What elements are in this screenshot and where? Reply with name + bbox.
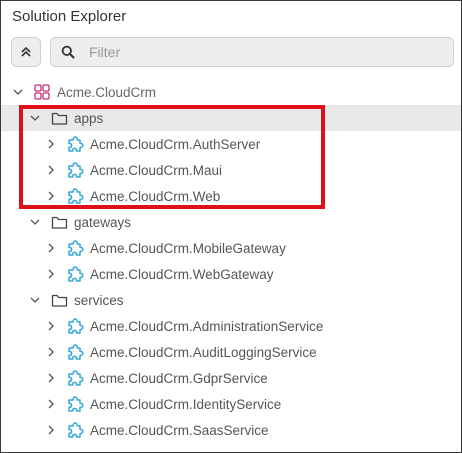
project-label: Acme.CloudCrm.AuditLoggingService: [90, 344, 317, 360]
project-puzzle-icon: [66, 369, 84, 387]
tree-item-solution[interactable]: Acme.CloudCrm: [1, 79, 461, 105]
project-label: Acme.CloudCrm.AdministrationService: [90, 318, 324, 334]
folder-label: apps: [74, 110, 104, 126]
chevron-down-icon[interactable]: [28, 293, 42, 307]
chevron-right-icon[interactable]: [44, 267, 58, 281]
filter-input[interactable]: [87, 43, 431, 61]
chevron-down-icon[interactable]: [28, 215, 42, 229]
tree-item-project[interactable]: Acme.CloudCrm.AdministrationService: [1, 313, 461, 339]
tree-item-project[interactable]: Acme.CloudCrm.Web: [1, 183, 461, 209]
tree-item-project[interactable]: Acme.CloudCrm.IdentityService: [1, 391, 461, 417]
project-label: Acme.CloudCrm.SaasService: [90, 422, 269, 438]
project-label: Acme.CloudCrm.MobileGateway: [90, 240, 286, 256]
tree-item-project[interactable]: Acme.CloudCrm.GdprService: [1, 365, 461, 391]
tree-item-project[interactable]: Acme.CloudCrm.AuthServer: [1, 131, 461, 157]
tree-item-project[interactable]: Acme.CloudCrm.MobileGateway: [1, 235, 461, 261]
tree-item-project[interactable]: Acme.CloudCrm.SaasService: [1, 417, 461, 443]
folder-icon: [50, 109, 68, 127]
project-puzzle-icon: [66, 187, 84, 205]
collapse-all-button[interactable]: [11, 37, 41, 67]
project-label: Acme.CloudCrm.AuthServer: [90, 136, 261, 152]
folder-icon: [50, 291, 68, 309]
project-label: Acme.CloudCrm.Maui: [90, 162, 223, 178]
search-icon: [61, 45, 75, 59]
chevron-right-icon[interactable]: [44, 371, 58, 385]
chevron-right-icon[interactable]: [44, 241, 58, 255]
root-label: Acme.CloudCrm: [57, 84, 157, 100]
chevron-right-icon[interactable]: [44, 189, 58, 203]
tree-item-project[interactable]: Acme.CloudCrm.Maui: [1, 157, 461, 183]
tree-item-project[interactable]: Acme.CloudCrm.WebGateway: [1, 261, 461, 287]
chevron-down-icon[interactable]: [28, 111, 42, 125]
tree-item-folder-apps[interactable]: apps: [1, 105, 461, 131]
project-label: Acme.CloudCrm.GdprService: [90, 370, 268, 386]
chevron-right-icon[interactable]: [44, 397, 58, 411]
project-puzzle-icon: [66, 135, 84, 153]
tree-item-folder-gateways[interactable]: gateways: [1, 209, 461, 235]
panel-title: Solution Explorer: [12, 8, 127, 25]
folder-label: services: [74, 292, 124, 308]
chevron-right-icon[interactable]: [44, 345, 58, 359]
chevron-down-icon[interactable]: [11, 85, 25, 99]
chevron-right-icon[interactable]: [44, 163, 58, 177]
filter-box[interactable]: [50, 37, 454, 67]
chevron-right-icon[interactable]: [44, 137, 58, 151]
solution-tree: Acme.CloudCrm apps Acme.CloudCrm.AuthServe…: [1, 79, 461, 443]
solution-explorer-panel: Solution Explorer Acme.CloudCrmappsAcme.…: [0, 0, 462, 453]
solution-icon: [33, 83, 51, 101]
project-puzzle-icon: [66, 421, 84, 439]
project-label: Acme.CloudCrm.Web: [90, 188, 221, 204]
chevron-right-icon[interactable]: [44, 423, 58, 437]
project-puzzle-icon: [66, 395, 84, 413]
project-puzzle-icon: [66, 317, 84, 335]
double-chevron-up-icon: [21, 46, 31, 57]
tree-item-folder-services[interactable]: services: [1, 287, 461, 313]
project-puzzle-icon: [66, 161, 84, 179]
chevron-right-icon[interactable]: [44, 319, 58, 333]
folder-label: gateways: [74, 214, 132, 230]
folder-icon: [50, 213, 68, 231]
project-puzzle-icon: [66, 343, 84, 361]
project-label: Acme.CloudCrm.IdentityService: [90, 396, 282, 412]
tree-item-project[interactable]: Acme.CloudCrm.AuditLoggingService: [1, 339, 461, 365]
project-label: Acme.CloudCrm.WebGateway: [90, 266, 274, 282]
project-puzzle-icon: [66, 239, 84, 257]
project-puzzle-icon: [66, 265, 84, 283]
